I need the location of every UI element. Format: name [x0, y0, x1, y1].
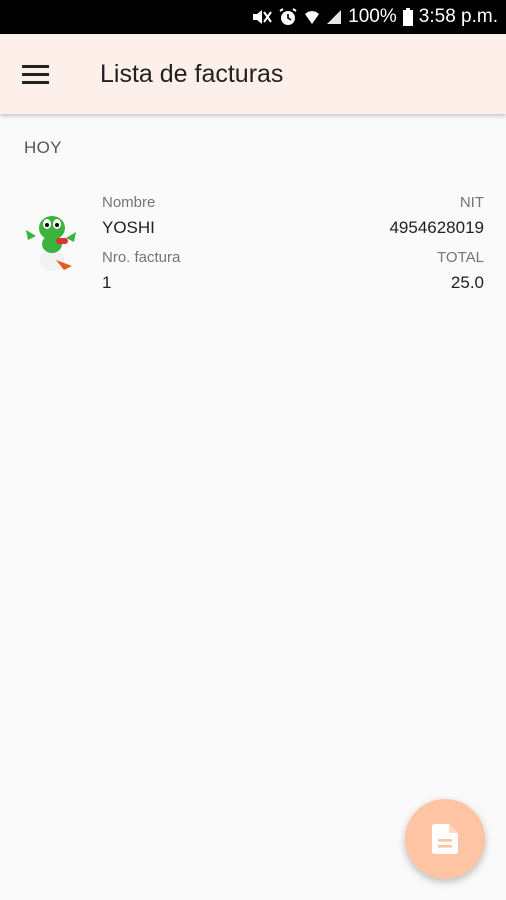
menu-icon: [22, 64, 49, 68]
wifi-icon: [305, 11, 320, 24]
status-bar: 100% 3:58 p.m.: [0, 0, 506, 34]
new-invoice-fab[interactable]: [405, 799, 485, 879]
section-header: HOY: [24, 138, 62, 157]
signal-icon: [327, 10, 342, 24]
invoice-list-item[interactable]: Nombre YOSHI NIT 4954628019 Nro. factura…: [0, 182, 506, 302]
battery-percent: 100%: [348, 6, 397, 27]
nit-value: 4954628019: [389, 218, 484, 237]
status-time: 3:58 p.m.: [418, 6, 498, 27]
menu-icon-line: [22, 72, 49, 76]
total-label: TOTAL: [437, 249, 484, 266]
menu-button[interactable]: [22, 56, 58, 92]
alarm-icon: [279, 8, 297, 25]
app-bar: Lista de facturas: [0, 34, 506, 114]
nombre-label: Nombre: [102, 194, 156, 211]
menu-icon-line: [22, 80, 49, 84]
document-icon: [432, 824, 458, 854]
nombre-value: YOSHI: [102, 218, 155, 237]
battery-icon: [402, 8, 413, 26]
factura-label: Nro. factura: [102, 249, 181, 266]
factura-value: 1: [102, 273, 112, 292]
mute-icon: [253, 10, 272, 24]
total-value: 25.0: [450, 273, 484, 292]
yoshi-avatar: [26, 216, 76, 271]
page-title: Lista de facturas: [100, 59, 284, 88]
nit-label: NIT: [459, 194, 484, 211]
